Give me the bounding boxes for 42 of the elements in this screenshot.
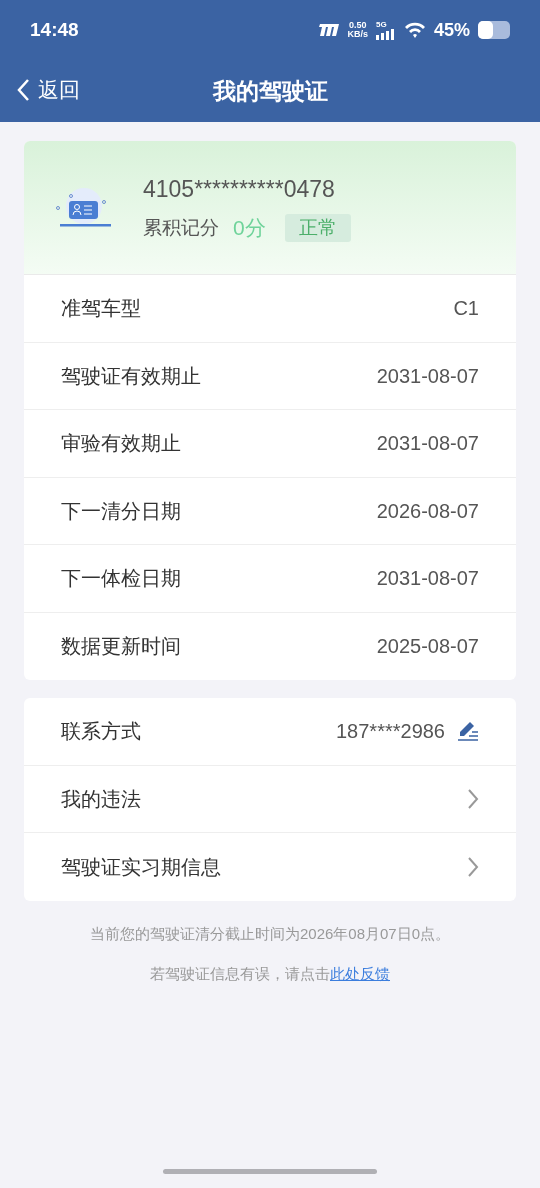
detail-value: 2031-08-07	[376, 363, 479, 389]
chevron-icon	[467, 855, 479, 878]
phone-value: 187****2986	[336, 719, 445, 745]
speed-unit: KB/s	[347, 30, 368, 39]
carrier-icon	[317, 24, 340, 36]
detail-value: C1	[453, 296, 479, 322]
detail-label: 准驾车型	[61, 296, 141, 322]
detail-value: 2031-08-07	[376, 431, 479, 457]
detail-label: 下一清分日期	[61, 498, 181, 524]
detail-value: 2026-08-07	[376, 498, 479, 524]
detail-label: 数据更新时间	[61, 634, 181, 660]
action-row[interactable]: 我的违法	[24, 765, 516, 833]
chevron-icon	[467, 787, 479, 810]
points-value: 0分	[233, 215, 266, 241]
network-type: 5G	[375, 20, 388, 29]
back-icon	[16, 77, 30, 102]
feedback-text: 若驾驶证信息有误，请点击此处反馈	[149, 964, 391, 984]
action-row[interactable]: 联系方式 187****2986	[24, 698, 516, 766]
signal-icon	[375, 28, 396, 40]
notice-text: 当前您的驾驶证清分截止时间为2026年08月07日0点。	[88, 923, 452, 944]
status-time: 14:48	[30, 17, 79, 42]
license-number: 4105**********0478	[143, 174, 336, 204]
wifi-icon	[403, 21, 426, 39]
detail-label: 审验有效期止	[61, 431, 181, 457]
action-row[interactable]: 驾驶证实习期信息	[24, 833, 516, 901]
edit-icon[interactable]	[457, 721, 479, 742]
feedback-link[interactable]: 此处反馈	[330, 965, 390, 982]
back-button[interactable]: 返回	[16, 74, 80, 106]
detail-value: 2031-08-07	[376, 566, 479, 592]
detail-label: 下一体检日期	[61, 566, 181, 592]
battery-percent: 45%	[433, 18, 470, 42]
detail-label: 驾驶证有效期止	[61, 363, 201, 389]
points-label: 累积记分	[143, 215, 219, 240]
battery-icon	[478, 21, 510, 39]
status-badge: 正常	[284, 213, 351, 242]
action-label: 我的违法	[61, 786, 142, 812]
detail-value: 2025-08-07	[376, 634, 479, 660]
action-label: 联系方式	[61, 719, 142, 745]
page-title: 我的驾驶证	[212, 76, 328, 106]
license-icon	[54, 185, 114, 230]
action-label: 驾驶证实习期信息	[61, 854, 222, 880]
speed-value: 0.50	[348, 21, 367, 30]
